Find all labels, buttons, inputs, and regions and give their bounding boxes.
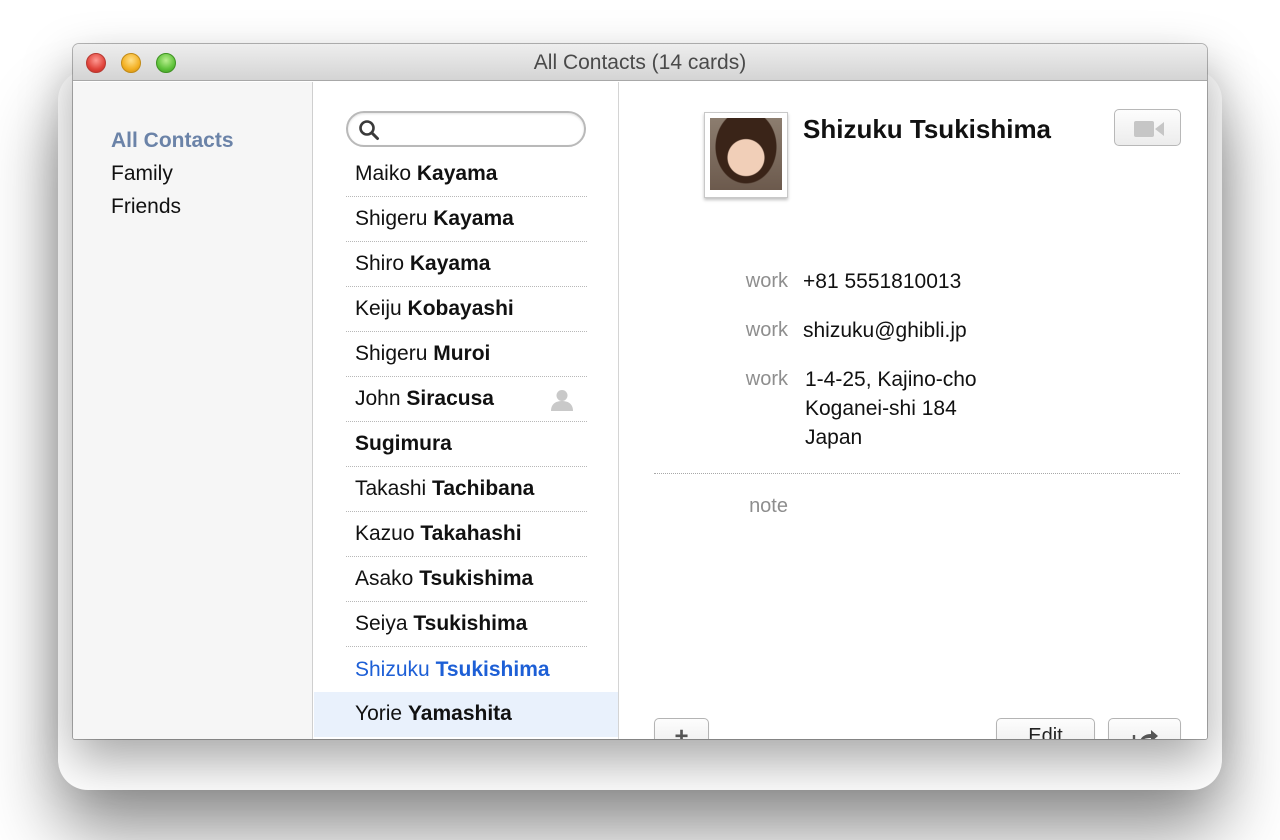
- contact-first-name: Maiko: [355, 162, 412, 185]
- contact-first-name: Yorie: [355, 702, 403, 725]
- contact-first-name: Shiro: [355, 252, 405, 275]
- contact-last-name: Tsukishima: [435, 658, 550, 681]
- contact-row[interactable]: Maiko Kayama: [346, 152, 587, 197]
- share-arrow-icon: [1132, 730, 1158, 739]
- contact-first-name: John: [355, 387, 401, 410]
- contact-row[interactable]: Keiju Kobayashi: [346, 287, 587, 332]
- contact-row[interactable]: Seiya Tsukishima: [346, 602, 587, 647]
- me-card-person-icon: [551, 390, 573, 411]
- contact-first-name: Shizuku: [355, 658, 430, 681]
- contact-first-name: Shigeru: [355, 342, 428, 365]
- contact-last-name: Takahashi: [420, 522, 522, 545]
- email-label: work: [745, 319, 788, 341]
- contact-first-name: Keiju: [355, 297, 402, 320]
- section-divider: [654, 473, 1180, 474]
- contact-last-name: Kobayashi: [407, 297, 514, 320]
- add-contact-button[interactable]: +: [654, 718, 709, 739]
- share-button[interactable]: [1108, 718, 1181, 739]
- search-icon: [359, 120, 379, 140]
- contact-name: Shizuku Tsukishima: [803, 114, 1052, 144]
- phone-value[interactable]: +81 5551810013: [803, 270, 961, 294]
- contact-row[interactable]: John Siracusa: [346, 377, 587, 422]
- contact-last-name: Siracusa: [406, 387, 494, 410]
- group-all-contacts[interactable]: All Contacts: [111, 129, 234, 153]
- group-family[interactable]: Family: [111, 162, 173, 186]
- contact-row[interactable]: Shiro Kayama: [346, 242, 587, 287]
- contact-first-name: Shigeru: [355, 207, 428, 230]
- contacts-window: All Contacts (14 cards) All Contacts Fam…: [73, 44, 1207, 739]
- contact-last-name: Kayama: [416, 162, 498, 185]
- contact-photo[interactable]: [704, 112, 788, 198]
- contact-row-selected[interactable]: Shizuku Tsukishima: [346, 647, 587, 693]
- email-value[interactable]: shizuku@ghibli.jp: [803, 319, 967, 343]
- address-line3[interactable]: Japan: [805, 426, 862, 450]
- contact-first-name: Kazuo: [355, 522, 415, 545]
- contact-last-name: Kayama: [409, 252, 491, 275]
- edit-button[interactable]: Edit: [996, 718, 1095, 739]
- facetime-button[interactable]: [1114, 109, 1181, 146]
- contact-row[interactable]: Asako Tsukishima: [346, 557, 587, 602]
- contact-card: Shizuku Tsukishima work +81 5551810013 w…: [620, 82, 1207, 739]
- contact-last-name: Tachibana: [432, 477, 535, 500]
- contact-last-name: Tsukishima: [413, 612, 528, 635]
- contact-list: Maiko Kayama Shigeru Kayama Shiro Kayama…: [314, 82, 619, 739]
- note-label: note: [749, 495, 788, 517]
- contact-row[interactable]: Kazuo Takahashi: [346, 512, 587, 557]
- contact-last-name: Sugimura: [355, 432, 452, 455]
- contact-last-name: Kayama: [433, 207, 514, 230]
- contact-last-name: Yamashita: [407, 702, 512, 725]
- address-line1[interactable]: 1-4-25, Kajino-cho: [805, 368, 977, 392]
- title-bar[interactable]: All Contacts (14 cards): [73, 44, 1207, 81]
- search-field[interactable]: [346, 111, 586, 147]
- contact-row[interactable]: Takashi Tachibana: [346, 467, 587, 512]
- address-label: work: [745, 368, 788, 390]
- portrait-image: [710, 118, 782, 190]
- contact-last-name: Muroi: [433, 342, 491, 365]
- contact-first-name: Seiya: [355, 612, 408, 635]
- window-title: All Contacts (14 cards): [533, 51, 747, 74]
- contact-row[interactable]: Shigeru Muroi: [346, 332, 587, 377]
- search-input[interactable]: [384, 117, 580, 141]
- group-friends[interactable]: Friends: [111, 195, 181, 219]
- contact-last-name: Tsukishima: [419, 567, 534, 590]
- phone-label: work: [745, 270, 788, 292]
- contact-row[interactable]: Shigeru Kayama: [346, 197, 587, 242]
- contact-first-name: Takashi: [355, 477, 427, 500]
- contact-first-name: Asako: [355, 567, 414, 590]
- video-camera-icon: [1134, 121, 1164, 137]
- contact-row[interactable]: Yorie Yamashita: [346, 692, 587, 737]
- groups-sidebar: All Contacts Family Friends: [73, 82, 313, 739]
- contact-row[interactable]: Sugimura: [346, 422, 587, 467]
- address-line2[interactable]: Koganei-shi 184: [805, 397, 957, 421]
